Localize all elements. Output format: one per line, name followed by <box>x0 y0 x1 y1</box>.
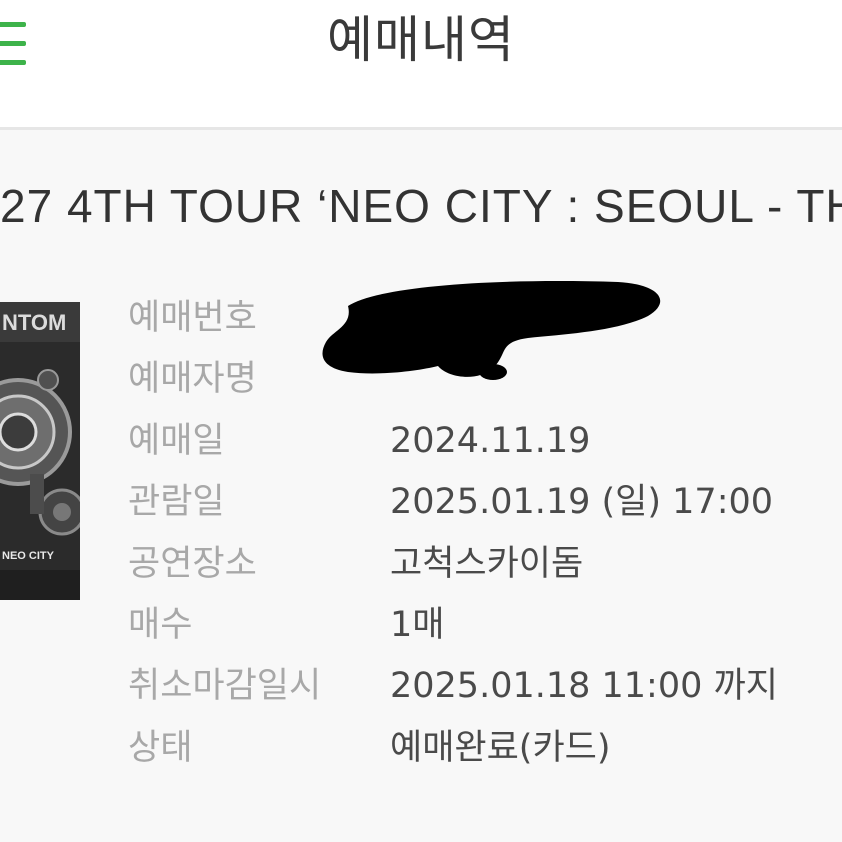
label-booker-name: 예매자명 <box>128 359 257 400</box>
value-booking-date: 2024.11.19 <box>390 420 591 461</box>
poster-caption: NEO CITY <box>2 550 54 562</box>
label-booking-number: 예매번호 <box>128 298 257 338</box>
row-show-date: 관람일 2025.01.19 (일) 17:00 <box>128 472 828 533</box>
row-cancel-deadline: 취소마감일시 2025.01.18 11:00 까지 <box>128 656 828 717</box>
row-booking-date: 예매일 2024.11.19 <box>128 411 828 472</box>
row-ticket-count: 매수 1매 <box>128 595 828 656</box>
event-poster-image[interactable]: NTOM NEO CITY <box>0 302 80 600</box>
row-status: 상태 예매완료(카드) <box>128 718 828 779</box>
value-status: 예매완료(카드) <box>390 727 611 768</box>
event-title: 27 4TH TOUR ‘NEO CITY : SEOUL - TH <box>0 180 842 232</box>
page-title: 예매내역 <box>327 11 515 69</box>
value-ticket-count: 1매 <box>390 604 445 645</box>
label-show-date: 관람일 <box>128 482 225 523</box>
label-ticket-count: 매수 <box>128 604 193 645</box>
poster-top-text: NTOM <box>2 310 66 335</box>
value-venue: 고척스카이돔 <box>390 543 584 584</box>
label-status: 상태 <box>128 727 193 768</box>
booking-detail-card: 27 4TH TOUR ‘NEO CITY : SEOUL - TH NTOM … <box>0 130 842 842</box>
label-cancel-deadline: 취소마감일시 <box>128 666 322 707</box>
value-cancel-deadline: 2025.01.18 11:00 까지 <box>390 666 778 707</box>
row-venue: 공연장소 고척스카이돔 <box>128 534 828 595</box>
booking-history-page: 예매내역 27 4TH TOUR ‘NEO CITY : SEOUL - TH … <box>0 0 842 842</box>
label-booking-date: 예매일 <box>128 420 225 461</box>
redaction-mark <box>322 281 661 380</box>
app-header: 예매내역 <box>0 0 842 128</box>
value-show-date: 2025.01.19 (일) 17:00 <box>390 482 774 523</box>
label-venue: 공연장소 <box>128 543 257 584</box>
